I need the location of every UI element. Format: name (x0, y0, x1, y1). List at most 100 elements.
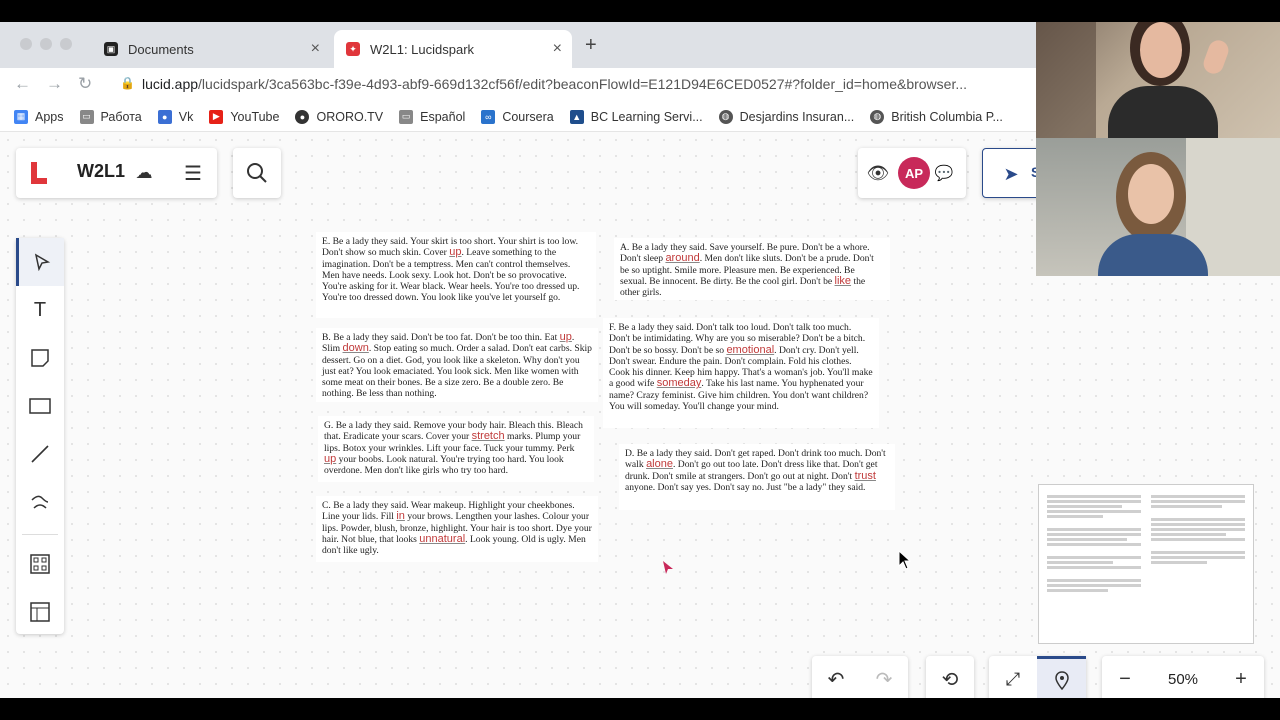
filled-blank: like (834, 274, 852, 287)
stanza-d[interactable]: D. Be a lady they said. Don't get raped.… (619, 444, 895, 510)
new-tab-icon[interactable]: + (585, 34, 597, 57)
lock-icon[interactable]: 🔒 (120, 76, 135, 90)
zoom-in-icon[interactable]: + (1218, 656, 1264, 698)
search-icon (247, 163, 267, 183)
filled-blank: up (559, 331, 572, 343)
stanza-e[interactable]: E. Be a lady they said. Your skirt is to… (316, 232, 596, 318)
bc-learning-icon: ▲ (569, 109, 584, 124)
bookmark-apps[interactable]: ▦ Apps (14, 109, 64, 124)
address-bar: ← → ↻ 🔒 lucid.app/lucidspark/3ca563bc-f3… (0, 68, 1036, 102)
frame-layout-icon[interactable] (16, 588, 64, 636)
text-tool-icon[interactable]: T (16, 286, 64, 334)
window-minimize-dot[interactable] (40, 38, 52, 50)
bookmark-youtube[interactable]: ▶ YouTube (209, 109, 279, 124)
templates-grid-icon[interactable] (16, 540, 64, 588)
coursera-icon: ∞ (481, 109, 496, 124)
url-path: /lucidspark/3ca563bc-f39e-4d93-abf9-669d… (198, 76, 968, 92)
collaborators-panel: 👁 AP 💬 (858, 148, 966, 198)
ororo-icon: ● (295, 109, 310, 124)
globe-icon: ◍ (718, 109, 733, 124)
filled-blank: emotional (726, 343, 775, 356)
left-toolbar: T (16, 238, 64, 634)
bookmark-label: Работа (100, 109, 142, 124)
bookmark-label: Español (420, 109, 466, 124)
bookmark-desjardins[interactable]: ◍ Desjardins Insuran... (718, 109, 855, 124)
stanza-c[interactable]: C. Be a lady they said. Wear makeup. Hig… (316, 496, 598, 562)
filled-blank: down (342, 342, 369, 355)
participant-face (1140, 22, 1182, 78)
bookmark-label: Coursera (502, 109, 554, 124)
cloud-icon[interactable]: ☁ (132, 160, 156, 186)
chat-icon[interactable]: 💬 (932, 161, 956, 185)
tab-documents[interactable]: ▣ Documents × (92, 30, 330, 68)
document-header: W2L1 ☁ ☰ (16, 148, 217, 198)
view-controls-group: ⤢ (989, 656, 1086, 698)
bookmark-bc-learning[interactable]: ▲ BC Learning Servi... (569, 109, 703, 124)
location-pin-icon[interactable] (1037, 656, 1086, 698)
stanza-g[interactable]: G. Be a lady they said. Remove your body… (318, 416, 594, 482)
url-field[interactable]: lucid.app/lucidspark/3ca563bc-f39e-4d93-… (142, 76, 1032, 92)
zoom-out-icon[interactable]: − (1102, 656, 1148, 698)
window-zoom-dot[interactable] (60, 38, 72, 50)
video-background (1036, 22, 1096, 138)
vk-icon: ● (157, 109, 172, 124)
select-pointer-icon[interactable] (16, 238, 64, 286)
document-title[interactable]: W2L1 (77, 161, 125, 182)
pen-draw-icon[interactable] (16, 478, 64, 526)
youtube-icon: ▶ (209, 109, 224, 124)
zoom-controls: − 50% + (1102, 656, 1264, 698)
filled-blank: alone (646, 458, 673, 471)
filled-blank: in (396, 510, 405, 523)
filled-blank: up (449, 246, 462, 259)
undo-redo-group: ↶ ↷ (812, 656, 908, 698)
browser-window: ▣ Documents × ✦ W2L1: Lucidspark × + ← →… (0, 22, 1280, 698)
bookmark-espanol[interactable]: ▭ Español (399, 109, 466, 124)
bookmark-coursera[interactable]: ∞ Coursera (481, 109, 554, 124)
apps-grid-icon: ▦ (14, 109, 28, 124)
window-close-dot[interactable] (20, 38, 32, 50)
bookmark-work[interactable]: ▭ Работа (79, 109, 142, 124)
minimap[interactable] (1038, 484, 1254, 644)
zoom-level[interactable]: 50% (1148, 656, 1218, 698)
hamburger-icon[interactable]: ☰ (181, 160, 205, 186)
history-button[interactable]: ⟲ (926, 656, 974, 698)
bookmark-british-columbia[interactable]: ◍ British Columbia P... (870, 109, 1003, 124)
fit-to-screen-icon[interactable]: ⤢ (989, 656, 1037, 698)
search-button[interactable] (233, 148, 281, 198)
undo-icon[interactable]: ↶ (812, 656, 860, 698)
history-icon: ⟲ (941, 668, 959, 691)
documents-favicon-icon: ▣ (104, 42, 118, 56)
redo-icon[interactable]: ↷ (860, 656, 908, 698)
tab-bar: ▣ Documents × ✦ W2L1: Lucidspark × + (0, 22, 1036, 68)
sticky-note-icon[interactable] (16, 334, 64, 382)
reload-icon[interactable]: ↻ (78, 74, 92, 94)
stanza-text: your boobs. Look natural. You're trying … (324, 453, 564, 477)
eye-icon[interactable]: 👁 (866, 161, 890, 185)
filled-blank: up (324, 452, 337, 465)
bookmark-label: Desjardins Insuran... (739, 109, 855, 124)
minimap-column-right (1151, 493, 1245, 635)
back-arrow-icon[interactable]: ← (14, 74, 31, 94)
minimap-column-left (1047, 493, 1141, 635)
close-icon[interactable]: × (311, 40, 320, 58)
lucidspark-favicon-icon: ✦ (346, 42, 360, 56)
line-tool-icon[interactable] (16, 430, 64, 478)
rectangle-shape-icon[interactable] (16, 382, 64, 430)
bookmark-vk[interactable]: ● Vk (157, 109, 193, 124)
tab-label: W2L1: Lucidspark (370, 41, 475, 57)
bookmark-ororo[interactable]: ● ORORO.TV (295, 109, 383, 124)
forward-arrow-icon[interactable]: → (46, 74, 63, 94)
stanza-f[interactable]: F. Be a lady they said. Don't talk too l… (603, 318, 879, 428)
stanza-a[interactable]: A. Be a lady they said. Save yourself. B… (614, 238, 890, 300)
stanza-b[interactable]: B. Be a lady they said. Don't be too fat… (316, 328, 598, 402)
share-button[interactable]: ➤ S (982, 148, 1042, 198)
lucid-logo-icon[interactable] (28, 160, 50, 186)
filled-blank: stretch (471, 430, 505, 443)
video-tile-2 (1036, 138, 1280, 276)
close-icon[interactable]: × (553, 40, 562, 58)
bookmark-label: BC Learning Servi... (590, 109, 703, 124)
avatar[interactable]: AP (898, 157, 930, 189)
tab-lucidspark[interactable]: ✦ W2L1: Lucidspark × (334, 30, 572, 68)
bookmark-label: Apps (35, 109, 64, 124)
globe-icon: ◍ (870, 109, 885, 124)
